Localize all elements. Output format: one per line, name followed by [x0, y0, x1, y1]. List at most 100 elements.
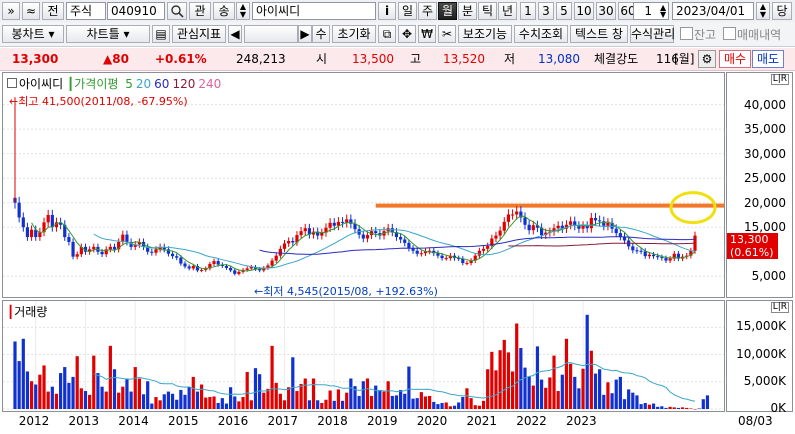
x-year-label: 2017: [267, 414, 299, 428]
price-chart-panel[interactable]: 아이씨디 ┃가격이평 5 20 60 120 240 ←최고 41,500(2011/0…: [2, 72, 725, 298]
minute-tab-5[interactable]: 5: [556, 2, 572, 20]
candle-body: [660, 257, 664, 259]
today-button[interactable]: 당: [772, 2, 792, 20]
pin-icon[interactable]: ₩: [418, 25, 436, 43]
scroll-left-icon[interactable]: ◀: [228, 25, 242, 43]
date-spinner[interactable]: ▲ ▼: [756, 2, 770, 20]
candle-body: [46, 214, 50, 223]
volume-bar: [444, 402, 448, 409]
sell-button[interactable]: 매도: [752, 50, 784, 68]
reset-button[interactable]: 초기화: [332, 25, 376, 43]
x-year-label: 2020: [416, 414, 448, 428]
volume-bar: [399, 389, 403, 409]
volume-bar: [676, 407, 681, 409]
volume-bar: [510, 371, 515, 409]
ma-legend-240: 240: [198, 77, 222, 91]
volume-bar: [324, 399, 328, 409]
volume-bar: [249, 400, 253, 409]
period-tab-2[interactable]: 월: [438, 2, 457, 20]
search-button[interactable]: [167, 2, 187, 20]
volume-bar: [589, 350, 593, 409]
volume-bar: [428, 395, 432, 409]
price-change: ▲80: [103, 52, 129, 66]
date-input[interactable]: 2023/04/01: [672, 2, 754, 20]
candle-body: [216, 261, 220, 265]
volume-bar: [274, 382, 278, 409]
volume-bar: [67, 382, 71, 409]
buy-button[interactable]: 매수: [719, 50, 751, 68]
price-ytick: 35,000: [744, 122, 786, 137]
volume-chart-panel[interactable]: ┃거래량: [2, 300, 725, 412]
period-tab-3[interactable]: 분: [458, 2, 477, 20]
volume-bar: [75, 356, 79, 409]
minute-tab-30[interactable]: 30: [596, 2, 616, 20]
volume-bar: [523, 367, 527, 409]
candle-body: [224, 265, 229, 268]
volume-bar: [452, 405, 457, 409]
price-axis: L|R 40,000 35,000 30,000 25,000 20,000 15,000…: [726, 72, 793, 298]
volume-bar: [137, 378, 141, 409]
volume-bar: [63, 367, 67, 409]
stock-code-input[interactable]: 040910: [107, 2, 165, 20]
ma-legend-5: 5: [125, 77, 133, 91]
period-tab-0[interactable]: 일: [398, 2, 417, 20]
candle-body: [635, 250, 639, 252]
volume-bar: [104, 391, 108, 409]
minute-tab-10[interactable]: 10: [574, 2, 594, 20]
save-icon[interactable]: ▤: [152, 25, 170, 43]
interest-button[interactable]: 관: [189, 2, 211, 20]
expand-button[interactable]: »: [2, 2, 20, 20]
aux-function-button[interactable]: 보조기능: [458, 25, 512, 43]
indicator-button[interactable]: 관심지표: [172, 25, 226, 43]
move-icon[interactable]: ✥: [398, 25, 416, 43]
copy-icon[interactable]: ⧉: [378, 25, 396, 43]
period-tab-1[interactable]: 주: [418, 2, 437, 20]
volume-bar: [535, 346, 540, 409]
volume-bar: [83, 391, 88, 409]
candle-body: [278, 248, 282, 256]
scroll-right-icon[interactable]: ▶: [298, 25, 312, 43]
candle-body: [494, 235, 498, 239]
updown-spinner[interactable]: ▲ ▼: [236, 2, 250, 20]
volume-bar: [436, 404, 440, 409]
candle-body: [175, 256, 179, 258]
indicator-list[interactable]: [244, 25, 298, 43]
balance-checkbox[interactable]: [680, 27, 693, 40]
number-button[interactable]: 수: [312, 25, 330, 43]
volume-bar: [29, 381, 34, 409]
volume-bar: [448, 406, 452, 409]
stock-name-field: 아이씨디: [252, 2, 376, 20]
axis-options-icon[interactable]: L|R: [770, 74, 789, 85]
scissors-icon[interactable]: ✂: [438, 25, 456, 43]
text-window-button[interactable]: 텍스트 창: [570, 25, 628, 43]
volume-bar: [17, 361, 21, 409]
gear-icon[interactable]: ⚙: [698, 50, 716, 68]
minute-tab-1[interactable]: 1: [520, 2, 536, 20]
period-tab-4[interactable]: 틱: [478, 2, 497, 20]
volume-bar: [287, 387, 291, 409]
count-spinner[interactable]: ▲ ▼: [660, 4, 666, 19]
info-button[interactable]: i: [378, 2, 396, 20]
volume-bar: [606, 382, 610, 409]
minute-tab-3[interactable]: 3: [538, 2, 554, 20]
link-button[interactable]: 송: [213, 2, 235, 20]
candle-body: [112, 246, 117, 250]
volume-bar: [394, 395, 399, 409]
volume-bar: [647, 404, 651, 409]
volume-bar: [133, 367, 137, 409]
trade-history-checkbox[interactable]: [723, 27, 736, 40]
volume-axis-options-icon[interactable]: L|R: [770, 302, 789, 313]
double-up-button[interactable]: ≈: [22, 2, 40, 20]
candle-chart-button[interactable]: 봉차트 ▾: [2, 25, 64, 43]
value-query-button[interactable]: 수치조회: [514, 25, 568, 43]
chart-frame-button[interactable]: 차트틀 ▾: [66, 25, 150, 43]
volume-bar: [544, 387, 548, 409]
period-tab-5[interactable]: 년: [498, 2, 517, 20]
ma-line-120: [508, 242, 696, 247]
volume-bar: [577, 388, 581, 409]
market-select[interactable]: 주식: [66, 2, 106, 20]
volume-ytick: 0K: [770, 401, 786, 415]
formula-button[interactable]: 수식관리: [630, 25, 675, 43]
prev-button[interactable]: 전: [42, 2, 64, 20]
volume-bar: [610, 393, 614, 409]
